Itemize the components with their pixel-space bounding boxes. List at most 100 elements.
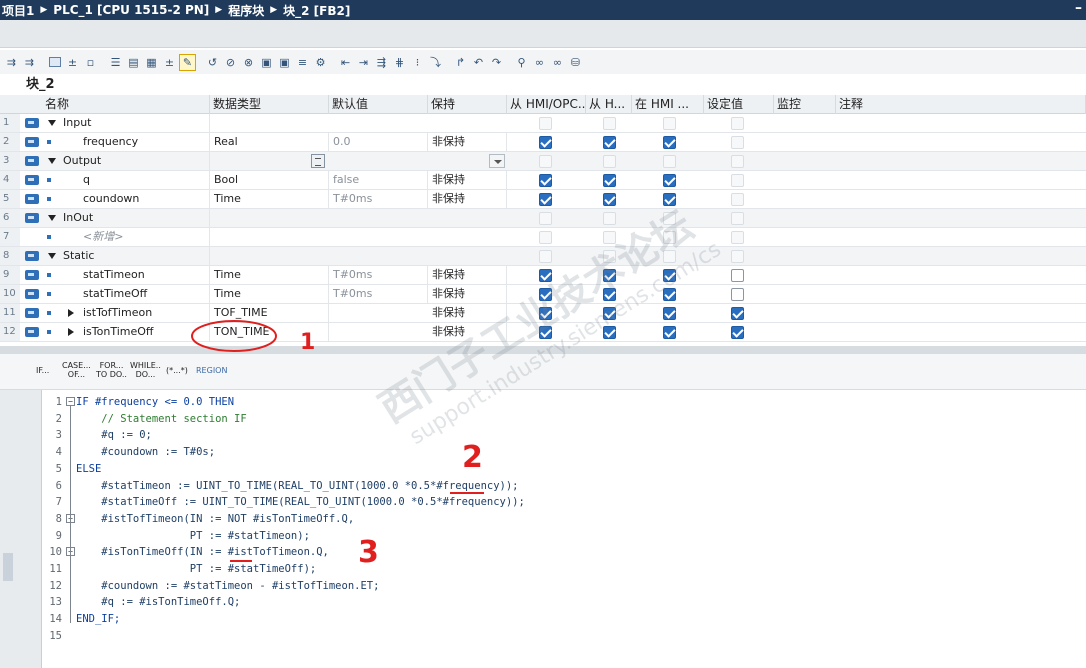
table-row[interactable]: 2 frequency Real 0.0 非保持 <box>0 133 1086 152</box>
case-button[interactable]: CASE... OF... <box>62 361 91 379</box>
col-setpoint[interactable]: 设定值 <box>704 95 774 114</box>
table-row[interactable]: 4 q Bool false 非保持 <box>0 171 1086 190</box>
hmi-access-checkbox[interactable] <box>539 174 552 187</box>
table-row[interactable]: 10 statTimeOff Time T#0ms 非保持 <box>0 285 1086 304</box>
var-name[interactable]: coundown <box>80 190 210 208</box>
expand-icon[interactable] <box>68 328 74 336</box>
code-line[interactable]: 4 #coundown := T#0s; <box>42 444 1082 461</box>
pane-splitter[interactable] <box>0 346 1086 354</box>
while-button[interactable]: WHILE.. DO... <box>130 361 161 379</box>
var-default[interactable]: T#0ms <box>330 190 428 208</box>
disconnect-icon[interactable]: ∞ <box>549 54 566 71</box>
code-line[interactable]: 14 END_IF; <box>42 611 1082 628</box>
hmi-write-checkbox[interactable] <box>603 269 616 282</box>
hmi-write-checkbox[interactable] <box>603 117 616 130</box>
hmi-visible-checkbox[interactable] <box>663 193 676 206</box>
setpoint-checkbox[interactable] <box>731 326 744 339</box>
code-line[interactable]: 5 ELSE <box>42 461 1082 478</box>
hmi-write-checkbox[interactable] <box>603 136 616 149</box>
expand-icon[interactable] <box>48 120 56 126</box>
hmi-visible-checkbox[interactable] <box>663 155 676 168</box>
hmi-access-checkbox[interactable] <box>539 307 552 320</box>
bookmark-icon[interactable]: ⁝ <box>409 54 426 71</box>
increase-indent-icon[interactable]: ⇤ <box>337 54 354 71</box>
setpoint-checkbox[interactable] <box>731 136 744 149</box>
add-row-icon[interactable]: ⇉ <box>21 54 38 71</box>
col-monitor[interactable]: 监控 <box>774 95 836 114</box>
code-line[interactable]: 11 PT := #statTimeOff); <box>42 561 1082 578</box>
expand-all-icon[interactable] <box>46 54 63 71</box>
expand-icon[interactable] <box>48 215 56 221</box>
insert-row-icon[interactable]: ⇉ <box>3 54 20 71</box>
setpoint-checkbox[interactable] <box>731 250 744 263</box>
compile-icon[interactable]: ⚙ <box>312 54 329 71</box>
var-type[interactable]: Real <box>211 133 329 151</box>
go-to-icon[interactable]: ↺ <box>204 54 221 71</box>
code-line[interactable]: 1− IF #frequency <= 0.0 THEN <box>42 394 1082 411</box>
code-line[interactable]: 13 #q := #isTonTimeOff.Q; <box>42 594 1082 611</box>
setpoint-checkbox[interactable] <box>731 269 744 282</box>
hmi-write-checkbox[interactable] <box>603 326 616 339</box>
hmi-access-checkbox[interactable] <box>539 212 552 225</box>
var-retain[interactable]: 非保持 <box>429 304 507 322</box>
var-retain[interactable]: 非保持 <box>429 323 507 341</box>
highlight-icon[interactable]: ✎ <box>179 53 196 71</box>
hmi-visible-checkbox[interactable] <box>663 288 676 301</box>
setpoint-checkbox[interactable] <box>731 193 744 206</box>
code-line[interactable]: 15 <box>42 628 1082 645</box>
col-hmi-write[interactable]: 从 H... <box>586 95 632 114</box>
col-hmi-access[interactable]: 从 HMI/OPC.. <box>507 95 586 114</box>
hmi-visible-checkbox[interactable] <box>663 326 676 339</box>
var-type[interactable]: Time <box>211 266 329 284</box>
scl-code-editor[interactable]: 1− IF #frequency <= 0.0 THEN 2 // Statemen… <box>42 390 1086 668</box>
keep-values-icon[interactable]: ▦ <box>143 54 160 71</box>
setpoint-checkbox[interactable] <box>731 174 744 187</box>
bookmark-next-icon[interactable]: ⤵ <box>427 54 444 71</box>
var-default[interactable]: 0.0 <box>330 133 428 151</box>
snapshot-icon[interactable]: ± <box>161 54 178 71</box>
delete-icon[interactable]: ⊘ <box>222 54 239 71</box>
expand-icon[interactable] <box>68 309 74 317</box>
table-row[interactable]: 5 coundown Time T#0ms 非保持 <box>0 190 1086 209</box>
for-button[interactable]: FOR... TO DO.. <box>96 361 127 379</box>
var-type[interactable]: Time <box>211 190 329 208</box>
code-line[interactable]: 12 #coundown := #statTimeon - #istTofTim… <box>42 578 1082 595</box>
comment-icon[interactable]: ▣ <box>258 54 275 71</box>
connect-online-icon[interactable]: ∞ <box>531 54 548 71</box>
table-view-icon[interactable]: ▤ <box>125 54 142 71</box>
setpoint-checkbox[interactable] <box>731 212 744 225</box>
hmi-write-checkbox[interactable] <box>603 231 616 244</box>
jump-icon[interactable]: ↱ <box>452 54 469 71</box>
col-datatype[interactable]: 数据类型 <box>210 95 329 114</box>
forward-icon[interactable]: ↷ <box>488 54 505 71</box>
fold-toggle-icon[interactable]: − <box>66 397 75 406</box>
if-button[interactable]: IF... <box>36 366 49 375</box>
uncomment-icon[interactable]: ▣ <box>276 54 293 71</box>
retain-dropdown-icon[interactable] <box>489 154 505 168</box>
hmi-write-checkbox[interactable] <box>603 212 616 225</box>
comment-button[interactable]: (*...*) <box>166 366 188 375</box>
code-line[interactable]: 9 PT := #statTimeon); <box>42 528 1082 545</box>
type-list-icon[interactable] <box>311 154 325 168</box>
hmi-write-checkbox[interactable] <box>603 250 616 263</box>
decrease-indent-icon[interactable]: ⇥ <box>355 54 372 71</box>
hmi-visible-checkbox[interactable] <box>663 136 676 149</box>
var-type[interactable]: Time <box>211 285 329 303</box>
hmi-visible-checkbox[interactable] <box>663 174 676 187</box>
hmi-visible-checkbox[interactable] <box>663 231 676 244</box>
col-name[interactable]: 名称 <box>42 95 210 114</box>
hmi-write-checkbox[interactable] <box>603 288 616 301</box>
var-name[interactable]: q <box>80 171 210 189</box>
table-row[interactable]: 8 Static <box>0 247 1086 266</box>
var-retain[interactable]: 非保持 <box>429 190 507 208</box>
table-row[interactable]: 12 isTonTimeOff TON_TIME 非保持 <box>0 323 1086 342</box>
var-name[interactable]: InOut <box>60 209 210 227</box>
watch-icon[interactable]: ⚲ <box>513 54 530 71</box>
hmi-visible-checkbox[interactable] <box>663 269 676 282</box>
align-icon[interactable]: ⇶ <box>373 54 390 71</box>
hmi-visible-checkbox[interactable] <box>663 117 676 130</box>
var-default[interactable]: false <box>330 171 428 189</box>
grid-icon[interactable]: ⋕ <box>391 54 408 71</box>
setpoint-checkbox[interactable] <box>731 307 744 320</box>
database-icon[interactable]: ⛁ <box>567 54 584 71</box>
